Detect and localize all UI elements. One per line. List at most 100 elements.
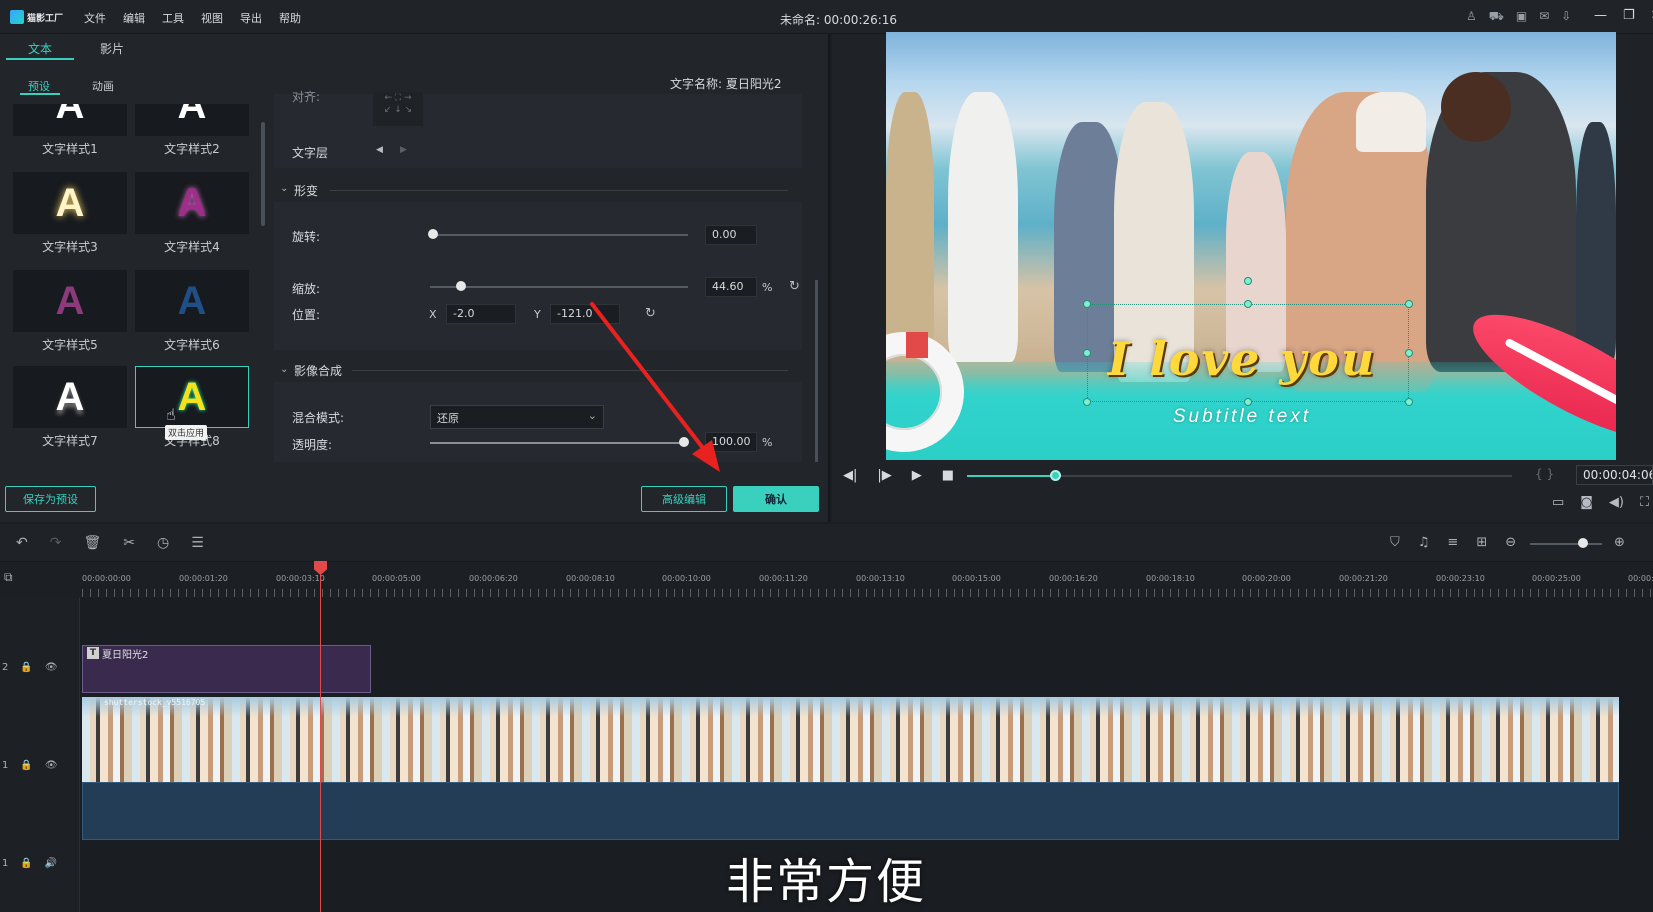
- adjust-icon[interactable]: ☰: [191, 535, 204, 551]
- preset-thumb: A: [135, 104, 249, 136]
- arrow-shaft: [590, 302, 708, 454]
- text-selection-box[interactable]: [1087, 304, 1409, 402]
- composite-header: 影像合成: [294, 364, 343, 378]
- opacity-label: 透明度:: [292, 438, 333, 452]
- track-manager-icon[interactable]: ⧉: [4, 570, 13, 585]
- cart-icon[interactable]: ⛟: [1489, 9, 1504, 25]
- mark-in-out-icon[interactable]: { }: [1535, 467, 1554, 481]
- props-scrollbar[interactable]: [815, 280, 818, 462]
- resize-handle[interactable]: [1083, 349, 1091, 357]
- video-clip[interactable]: [82, 697, 1619, 782]
- ruler-label: 00:00:11:20: [759, 574, 808, 583]
- menu-edit[interactable]: 编辑: [123, 10, 145, 26]
- menu-tools[interactable]: 工具: [162, 10, 184, 26]
- window-controls: — ❐ ✕: [1594, 8, 1653, 23]
- speaker-icon[interactable]: 🔊: [45, 858, 57, 869]
- resize-handle[interactable]: [1083, 300, 1091, 308]
- preset-label: 文字样式1: [42, 142, 98, 156]
- marker-icon[interactable]: ⛉: [1390, 535, 1400, 550]
- lock-icon[interactable]: 🔒: [20, 760, 32, 771]
- minimize-button[interactable]: —: [1594, 8, 1607, 23]
- chevron-down-icon[interactable]: ⌄: [280, 364, 288, 375]
- align-grid-icon[interactable]: ← ⛶ → ↙ ↓ ↘: [373, 92, 423, 126]
- video-preview[interactable]: I love you Subtitle text: [886, 32, 1616, 460]
- eye-icon[interactable]: 👁: [45, 760, 58, 771]
- undo-icon[interactable]: ↶: [16, 535, 28, 551]
- menu-help[interactable]: 帮助: [279, 10, 301, 26]
- position-label: 位置:: [292, 308, 321, 322]
- mic-icon[interactable]: ♫: [1418, 535, 1430, 550]
- rotate-slider-track[interactable]: [430, 234, 688, 236]
- resize-handle[interactable]: [1244, 300, 1252, 308]
- mail-icon[interactable]: ✉: [1539, 9, 1549, 25]
- preset-item[interactable]: A 文字样式2: [135, 104, 249, 166]
- resize-handle[interactable]: [1083, 398, 1091, 406]
- prev-frame-icon[interactable]: ◀|: [843, 468, 857, 483]
- resize-handle[interactable]: [1405, 398, 1413, 406]
- audio-clip[interactable]: [82, 782, 1619, 840]
- preset-item[interactable]: A 文字样式3: [13, 172, 127, 264]
- tab-text[interactable]: 文本: [6, 40, 52, 57]
- preset-item[interactable]: A 文字样式1: [13, 104, 127, 166]
- preset-item[interactable]: A 文字样式4: [135, 172, 249, 264]
- lock-icon[interactable]: 🔒: [20, 662, 32, 673]
- split-screen-icon[interactable]: ⊞: [1476, 535, 1487, 550]
- preset-scrollbar[interactable]: [261, 122, 265, 226]
- download-icon[interactable]: ⇩: [1561, 9, 1571, 25]
- camera-icon[interactable]: ◙: [1580, 495, 1593, 510]
- rotate-input[interactable]: 0.00: [705, 225, 757, 245]
- zoom-out-icon[interactable]: ⊖: [1505, 535, 1516, 550]
- menu-view[interactable]: 视图: [201, 10, 223, 26]
- redo-icon[interactable]: ↷: [50, 535, 62, 551]
- cut-icon[interactable]: ✂: [123, 535, 135, 551]
- advanced-edit-button[interactable]: 高级编辑: [641, 486, 727, 512]
- save-as-preset-button[interactable]: 保存为预设: [5, 486, 96, 512]
- preset-thumb: A: [135, 172, 249, 234]
- preset-label: 文字样式4: [164, 240, 220, 254]
- rotate-slider-knob[interactable]: [428, 229, 438, 239]
- blend-mode-select[interactable]: 还原 ⌄: [430, 405, 604, 429]
- chevron-down-icon[interactable]: ⌄: [280, 183, 288, 194]
- preset-item[interactable]: A 文字样式7: [13, 366, 127, 456]
- pos-x-input[interactable]: -2.0: [446, 304, 516, 324]
- zoom-slider-track[interactable]: [1530, 543, 1602, 545]
- preset-item[interactable]: A 文字样式6: [135, 270, 249, 362]
- resize-handle[interactable]: [1244, 398, 1252, 406]
- menu-export[interactable]: 导出: [240, 10, 262, 26]
- display-icon[interactable]: ▭: [1552, 495, 1564, 510]
- scale-slider-track[interactable]: [430, 286, 688, 288]
- overlay-subtitle-text[interactable]: Subtitle text: [1082, 406, 1402, 428]
- tab-presets[interactable]: 预设: [28, 78, 50, 94]
- scale-slider-knob[interactable]: [456, 281, 466, 291]
- save-icon[interactable]: ▣: [1516, 9, 1527, 25]
- confirm-button[interactable]: 确认: [733, 486, 819, 512]
- voiceover-icon[interactable]: ≡: [1447, 535, 1458, 550]
- rotate-handle[interactable]: [1244, 277, 1252, 285]
- tab-film[interactable]: 影片: [90, 40, 124, 57]
- play-icon[interactable]: ▶: [912, 468, 922, 483]
- layer-back-icon[interactable]: ◀: [376, 145, 383, 155]
- tab-animation[interactable]: 动画: [92, 78, 114, 94]
- resize-handle[interactable]: [1405, 300, 1413, 308]
- next-frame-icon[interactable]: |▶: [877, 468, 891, 483]
- eye-icon[interactable]: 👁: [45, 662, 58, 673]
- layer-forward-icon[interactable]: ▶: [400, 145, 407, 155]
- reset-icon[interactable]: ↻: [789, 279, 800, 294]
- preset-item[interactable]: A 文字样式5: [13, 270, 127, 362]
- lock-icon[interactable]: 🔒: [20, 858, 32, 869]
- user-icon[interactable]: ♙: [1466, 9, 1477, 25]
- fullscreen-icon[interactable]: ⛶: [1640, 495, 1649, 510]
- resize-handle[interactable]: [1405, 349, 1413, 357]
- menu-file[interactable]: 文件: [84, 10, 106, 26]
- playhead-line[interactable]: [320, 562, 321, 912]
- maximize-button[interactable]: ❐: [1623, 8, 1635, 23]
- zoom-in-icon[interactable]: ⊕: [1614, 535, 1625, 550]
- zoom-slider-knob[interactable]: [1578, 538, 1588, 548]
- volume-icon[interactable]: ◀): [1609, 495, 1624, 510]
- playback-progress-knob[interactable]: [1050, 470, 1061, 481]
- preset-label: 文字样式2: [164, 142, 220, 156]
- clock-icon[interactable]: ◷: [157, 535, 169, 551]
- preset-item-selected[interactable]: A 文字样式8: [135, 366, 249, 456]
- stop-icon[interactable]: ■: [942, 468, 954, 483]
- delete-icon[interactable]: 🗑: [83, 535, 101, 551]
